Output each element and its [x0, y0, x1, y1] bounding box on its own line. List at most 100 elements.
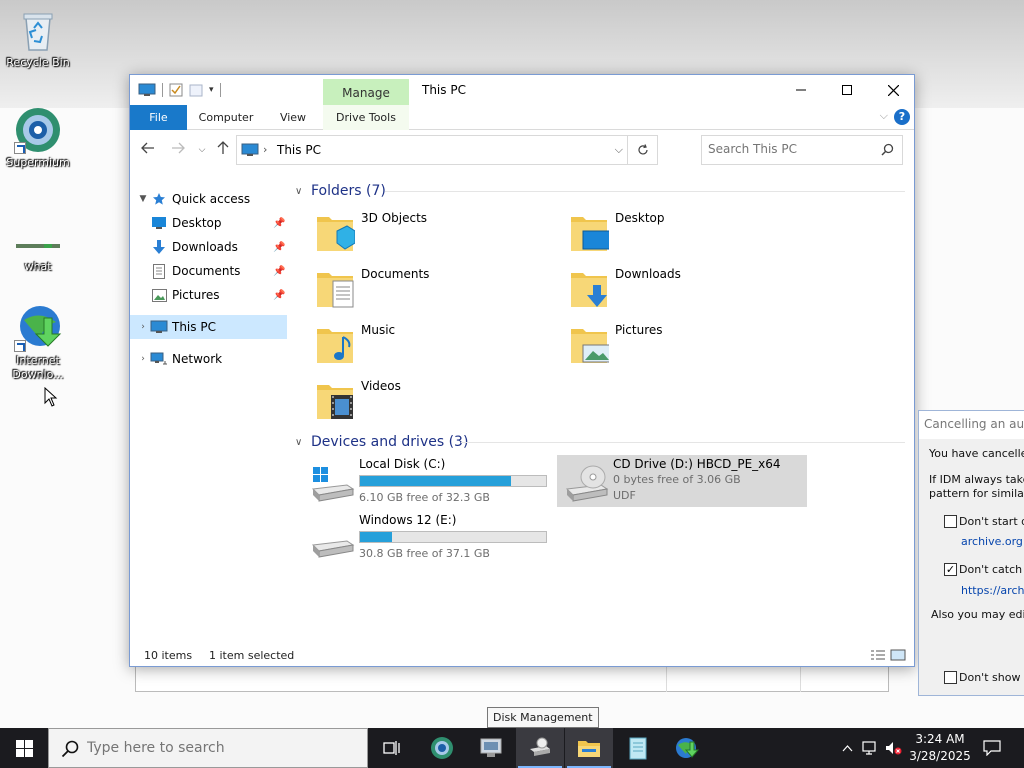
desktop-icon-internet-download-manager[interactable]: Internet Downlo...	[0, 304, 76, 382]
title-bar[interactable]: ▾ Manage This PC	[130, 75, 914, 105]
drives-group-header[interactable]: ∨ Devices and drives (3)	[295, 432, 468, 452]
maximize-button[interactable]	[824, 75, 870, 105]
action-center-button[interactable]	[978, 728, 1006, 768]
dont-catch-checkbox[interactable]: ✓	[944, 563, 957, 576]
new-folder-icon[interactable]	[189, 83, 203, 97]
chevron-down-icon: ⌵	[198, 145, 206, 155]
drive-windows-12-e[interactable]: Windows 12 (E:) 30.8 GB free of 37.1 GB	[303, 511, 553, 563]
address-history-chevron-icon[interactable]: ⌵	[615, 143, 623, 157]
folder-3d-objects[interactable]: 3D Objects	[295, 205, 535, 257]
network-tray-button[interactable]	[860, 728, 882, 768]
task-view-button[interactable]	[368, 728, 416, 768]
taskbar-search-input[interactable]	[87, 740, 347, 756]
breadcrumb-chevron-icon[interactable]: ›	[263, 143, 267, 156]
taskbar-app-notepad[interactable]	[614, 728, 662, 768]
collapse-chevron-icon[interactable]: ∨	[295, 186, 311, 197]
idm-dialog-text: Also you may edit e	[931, 608, 1024, 621]
volume-tray-button[interactable]	[883, 728, 905, 768]
properties-icon[interactable]	[169, 83, 183, 97]
idm-globe-icon	[676, 738, 700, 758]
search-box[interactable]	[701, 135, 903, 165]
desktop-icon-what[interactable]: what	[0, 222, 76, 274]
collapsed-chevron-icon[interactable]: ›	[136, 354, 150, 364]
drive-label: CD Drive (D:) HBCD_PE_x64	[613, 457, 781, 471]
downloads-folder-icon	[571, 273, 607, 307]
pin-icon[interactable]: 📌	[273, 242, 285, 253]
desktop-icon-label: Recycle Bin	[6, 56, 70, 69]
address-bar[interactable]: › This PC ⌵	[236, 135, 658, 165]
details-view-icon[interactable]	[870, 649, 886, 661]
volume-muted-icon	[886, 742, 902, 755]
folder-pictures[interactable]: Pictures	[549, 317, 789, 369]
qat-customize-chevron-icon[interactable]: ▾	[209, 85, 214, 95]
notepad-icon	[629, 737, 647, 760]
search-icon	[881, 143, 894, 156]
drive-usage-fill	[360, 532, 392, 542]
folder-documents[interactable]: Documents	[295, 261, 535, 313]
nav-item-desktop[interactable]: Desktop 📌	[130, 211, 287, 235]
file-explorer-window[interactable]: ▾ Manage This PC File Computer View Driv…	[129, 74, 915, 667]
drive-usage-fill	[360, 476, 511, 486]
nav-item-downloads[interactable]: Downloads 📌	[130, 235, 287, 259]
nav-item-documents[interactable]: Documents 📌	[130, 259, 287, 283]
expand-ribbon-chevron-icon[interactable]: ⌵	[880, 109, 888, 123]
expanded-chevron-icon[interactable]: ▼	[136, 194, 150, 204]
start-button[interactable]	[0, 728, 48, 768]
desktop-icon-supermium[interactable]: Supermium	[0, 106, 76, 170]
folder-downloads[interactable]: Downloads	[549, 261, 789, 313]
large-icons-view-icon[interactable]	[890, 649, 906, 661]
supermium-icon	[14, 106, 62, 154]
notification-icon	[983, 740, 1001, 756]
collapse-chevron-icon[interactable]: ∨	[295, 437, 311, 448]
search-input[interactable]	[708, 142, 868, 156]
refresh-button[interactable]	[627, 136, 657, 164]
drive-cd-d[interactable]: CD Drive (D:) HBCD_PE_x64 0 bytes free o…	[557, 455, 807, 507]
help-button[interactable]: ?	[894, 109, 910, 125]
nav-item-pictures[interactable]: Pictures 📌	[130, 283, 287, 307]
minimize-button[interactable]	[778, 75, 824, 105]
background-window[interactable]	[135, 664, 889, 692]
close-icon	[887, 84, 899, 96]
folder-music[interactable]: Music	[295, 317, 535, 369]
tab-computer[interactable]: Computer	[194, 105, 258, 130]
pin-icon[interactable]: 📌	[273, 290, 285, 301]
up-button[interactable]	[213, 141, 233, 159]
up-arrow-icon	[217, 141, 229, 154]
nav-network[interactable]: › Network	[130, 347, 287, 371]
taskbar-app-file-explorer[interactable]	[565, 728, 613, 768]
tab-file[interactable]: File	[130, 105, 187, 130]
dont-show-checkbox[interactable]	[944, 671, 957, 684]
nav-quick-access[interactable]: ▼ Quick access	[130, 187, 287, 211]
content-pane: ∨ Folders (7) 3D Objects Desktop Documen…	[295, 181, 915, 641]
taskbar-app-disk-management[interactable]	[516, 728, 564, 768]
drive-local-disk-c[interactable]: Local Disk (C:) 6.10 GB free of 32.3 GB	[303, 455, 553, 507]
nav-network-label: Network	[172, 352, 223, 366]
idm-cancel-dialog[interactable]: Cancelling an autom You have cancelled I…	[918, 410, 1024, 696]
breadcrumb-this-pc[interactable]: This PC	[277, 143, 321, 157]
dont-start-checkbox[interactable]	[944, 515, 957, 528]
nav-this-pc[interactable]: › This PC	[130, 315, 287, 339]
collapsed-chevron-icon[interactable]: ›	[136, 322, 150, 332]
taskbar-app-internet-download-manager[interactable]	[663, 728, 711, 768]
back-button[interactable]	[138, 141, 158, 159]
show-hidden-icons-button[interactable]	[836, 728, 858, 768]
view-switcher	[870, 649, 906, 661]
pin-icon[interactable]: 📌	[273, 218, 285, 229]
folders-group-header[interactable]: ∨ Folders (7)	[295, 181, 386, 201]
tab-view[interactable]: View	[270, 105, 316, 130]
dont-catch-url-link[interactable]: https://archiv	[961, 584, 1024, 597]
taskbar-search-box[interactable]	[48, 728, 368, 768]
dont-start-site-link[interactable]: archive.org	[961, 535, 1023, 548]
taskbar-clock[interactable]: 3:24 AM 3/28/2025	[906, 731, 974, 765]
close-button[interactable]	[870, 75, 916, 105]
forward-button[interactable]	[168, 141, 188, 159]
folder-desktop[interactable]: Desktop	[549, 205, 789, 257]
tab-manage[interactable]: Manage	[323, 79, 409, 105]
folder-videos[interactable]: Videos	[295, 373, 535, 425]
taskbar-app-supermium[interactable]	[418, 728, 466, 768]
taskbar-app-computer-management[interactable]	[467, 728, 515, 768]
recent-locations-button[interactable]: ⌵	[192, 141, 212, 159]
desktop-icon-recycle-bin[interactable]: Recycle Bin	[0, 6, 76, 70]
tab-drive-tools[interactable]: Drive Tools	[323, 105, 409, 130]
pin-icon[interactable]: 📌	[273, 266, 285, 277]
